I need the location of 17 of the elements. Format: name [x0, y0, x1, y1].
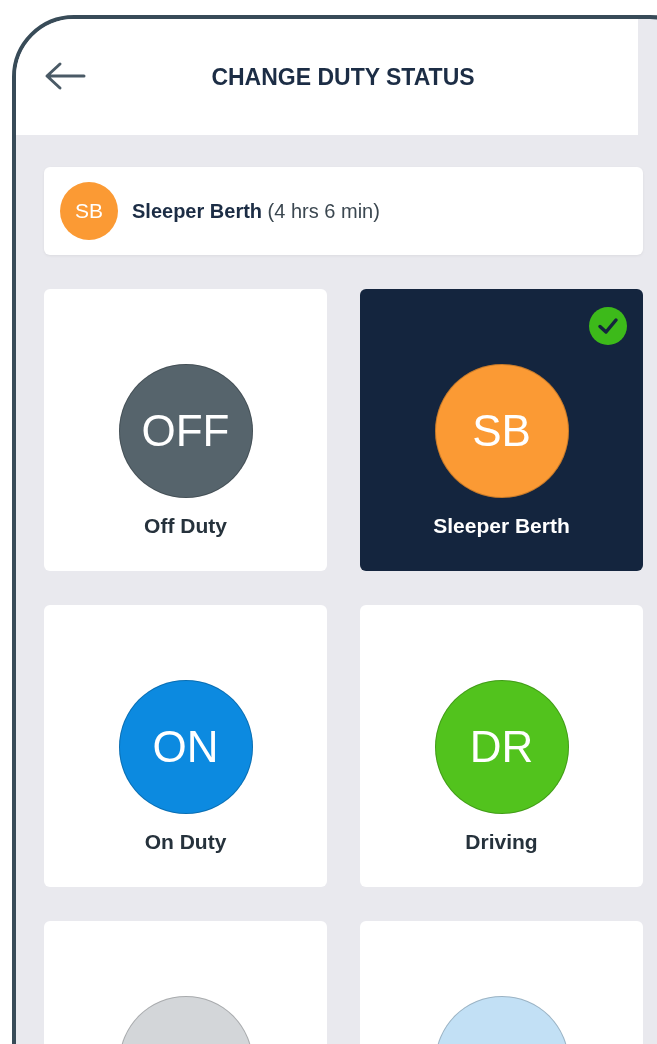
screen-title: CHANGE DUTY STATUS: [210, 63, 476, 91]
status-label: On Duty: [144, 830, 227, 854]
status-card[interactable]: DR Driving: [360, 605, 643, 887]
status-card[interactable]: ON On Duty: [44, 605, 327, 887]
status-circle: ON: [118, 680, 253, 814]
check-icon: [589, 307, 627, 345]
status-circle: OFF: [118, 364, 253, 498]
status-label: Driving: [465, 830, 538, 854]
back-arrow-icon[interactable]: [44, 61, 86, 91]
current-status-text: Sleeper Berth (4 hrs 6 min): [132, 199, 380, 223]
status-card[interactable]: SB Sleeper Berth: [360, 289, 643, 571]
status-circle: SB: [434, 364, 569, 498]
status-card[interactable]: OFF Off Duty: [44, 289, 327, 571]
status-circle: DR: [434, 680, 569, 814]
status-label: Sleeper Berth: [433, 514, 570, 538]
status-label: Off Duty: [144, 514, 227, 538]
status-avatar: SB: [60, 182, 118, 240]
